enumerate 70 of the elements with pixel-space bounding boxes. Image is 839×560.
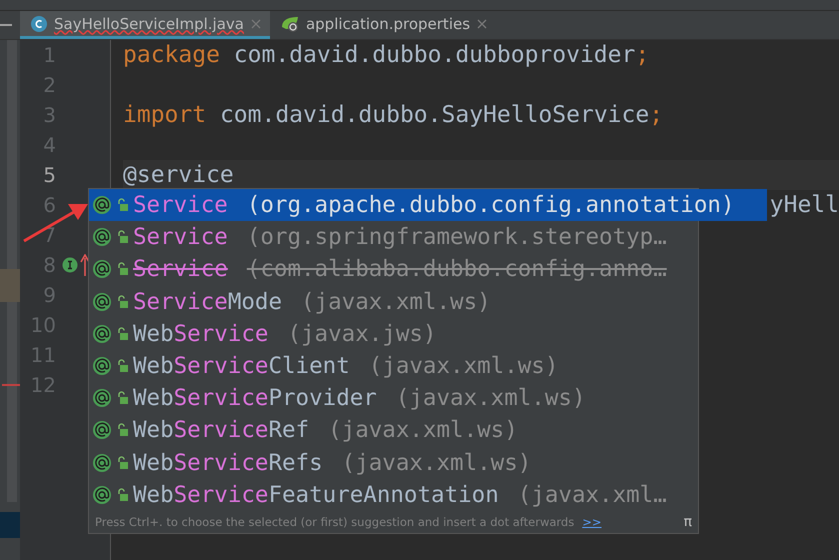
suggestion-name: WebServiceProvider [133, 385, 377, 412]
code-text: package com.david.dubbo.dubboprovider; [123, 41, 650, 70]
annotation-icon [93, 389, 111, 408]
package-name: (javax.xml.ws) [396, 385, 586, 412]
package-name: (javax.jws) [287, 320, 436, 347]
code-text: yHell [770, 191, 839, 220]
lock-icon [116, 262, 128, 276]
package-name: (javax.xml… [518, 482, 667, 508]
more-link[interactable]: >> [582, 514, 602, 529]
class-icon [30, 14, 48, 32]
suggestion-item[interactable]: Service (com.alibaba.dubbo.config.anno… [89, 253, 698, 286]
lock-icon [116, 488, 128, 502]
up-arrow-icon[interactable] [80, 254, 90, 276]
code-text: import com.david.dubbo.SayHelloService; [123, 101, 664, 130]
selected-tool-block[interactable] [0, 512, 20, 538]
package-name: (javax.xml.ws) [342, 450, 532, 476]
highlight-band [0, 269, 20, 302]
hint-text: Press Ctrl+. to choose the selected (or first) suggestion and insert a dot afterwards [95, 514, 574, 529]
suggestion-item[interactable]: Service (org.apache.dubbo.config.annotation) [89, 189, 767, 222]
package-name: (com.alibaba.dubbo.config.anno… [246, 256, 667, 282]
suggestion-item[interactable]: WebServiceClient (javax.xml.ws) [89, 350, 698, 382]
suggestion-name: WebServiceRefs [133, 450, 323, 476]
annotation-icon [93, 421, 111, 440]
suggestion-name: Service [133, 256, 228, 282]
suggestion-item[interactable]: WebServiceRef (javax.xml.ws) [89, 414, 698, 446]
scrollbar-track[interactable] [7, 40, 17, 502]
package-name: (org.springframework.stereotyp… [246, 224, 667, 250]
suggestion-item[interactable]: Service (org.springframework.stereotyp… [89, 221, 698, 254]
suggestion-name: Service [133, 224, 228, 250]
lock-icon [116, 294, 128, 309]
suggestion-name: WebServiceRef [133, 417, 310, 444]
annotation-icon [93, 486, 111, 504]
implementation-icon[interactable] [62, 257, 78, 273]
line-number: 5 [42, 163, 56, 187]
annotation-icon [93, 324, 111, 343]
suggestion-item[interactable]: ServiceMode (javax.xml.ws) [89, 286, 698, 318]
annotation-icon [93, 260, 111, 278]
suggestion-name: Service [133, 192, 228, 218]
pi-icon[interactable]: π [684, 514, 692, 530]
leaf-icon [280, 14, 300, 32]
suggestion-item[interactable]: WebServiceFeatureAnnotation (javax.xml… [89, 478, 698, 511]
annotation-icon [93, 196, 111, 214]
error-marker [2, 384, 20, 386]
suggestion-name: WebServiceFeatureAnnotation [133, 482, 499, 508]
package-name: (javax.xml.ws) [328, 417, 518, 444]
close-icon[interactable] [476, 18, 488, 30]
lock-icon [116, 230, 128, 244]
suggestion-item[interactable]: WebServiceRefs (javax.xml.ws) [89, 446, 698, 479]
editor-tab[interactable]: application.properties [270, 11, 496, 39]
annotation-icon [93, 228, 111, 246]
suggestion-item[interactable]: WebService (javax.jws) [89, 318, 698, 350]
annotation-icon [93, 292, 111, 311]
package-name: (org.apache.dubbo.config.annotation) [246, 192, 734, 218]
close-icon[interactable] [250, 18, 262, 30]
annotation-icon [93, 454, 111, 472]
suggestion-name: WebService [133, 320, 268, 347]
suggestion-item[interactable]: WebServiceProvider (javax.xml.ws) [89, 382, 698, 414]
code-text: @service [123, 161, 234, 190]
lock-icon [116, 359, 128, 374]
lock-icon [116, 423, 128, 438]
package-name: (javax.xml.ws) [368, 353, 558, 380]
suggestion-name: WebServiceClient [133, 353, 350, 380]
lock-icon [116, 391, 128, 406]
suggestion-name: ServiceMode [133, 288, 282, 315]
package-name: (javax.xml.ws) [301, 288, 491, 315]
lock-icon [116, 198, 128, 212]
editor-tab[interactable]: SayHelloServiceImpl.java [20, 11, 270, 39]
lock-icon [116, 456, 128, 470]
lock-icon [116, 326, 128, 341]
annotation-icon [93, 357, 111, 376]
